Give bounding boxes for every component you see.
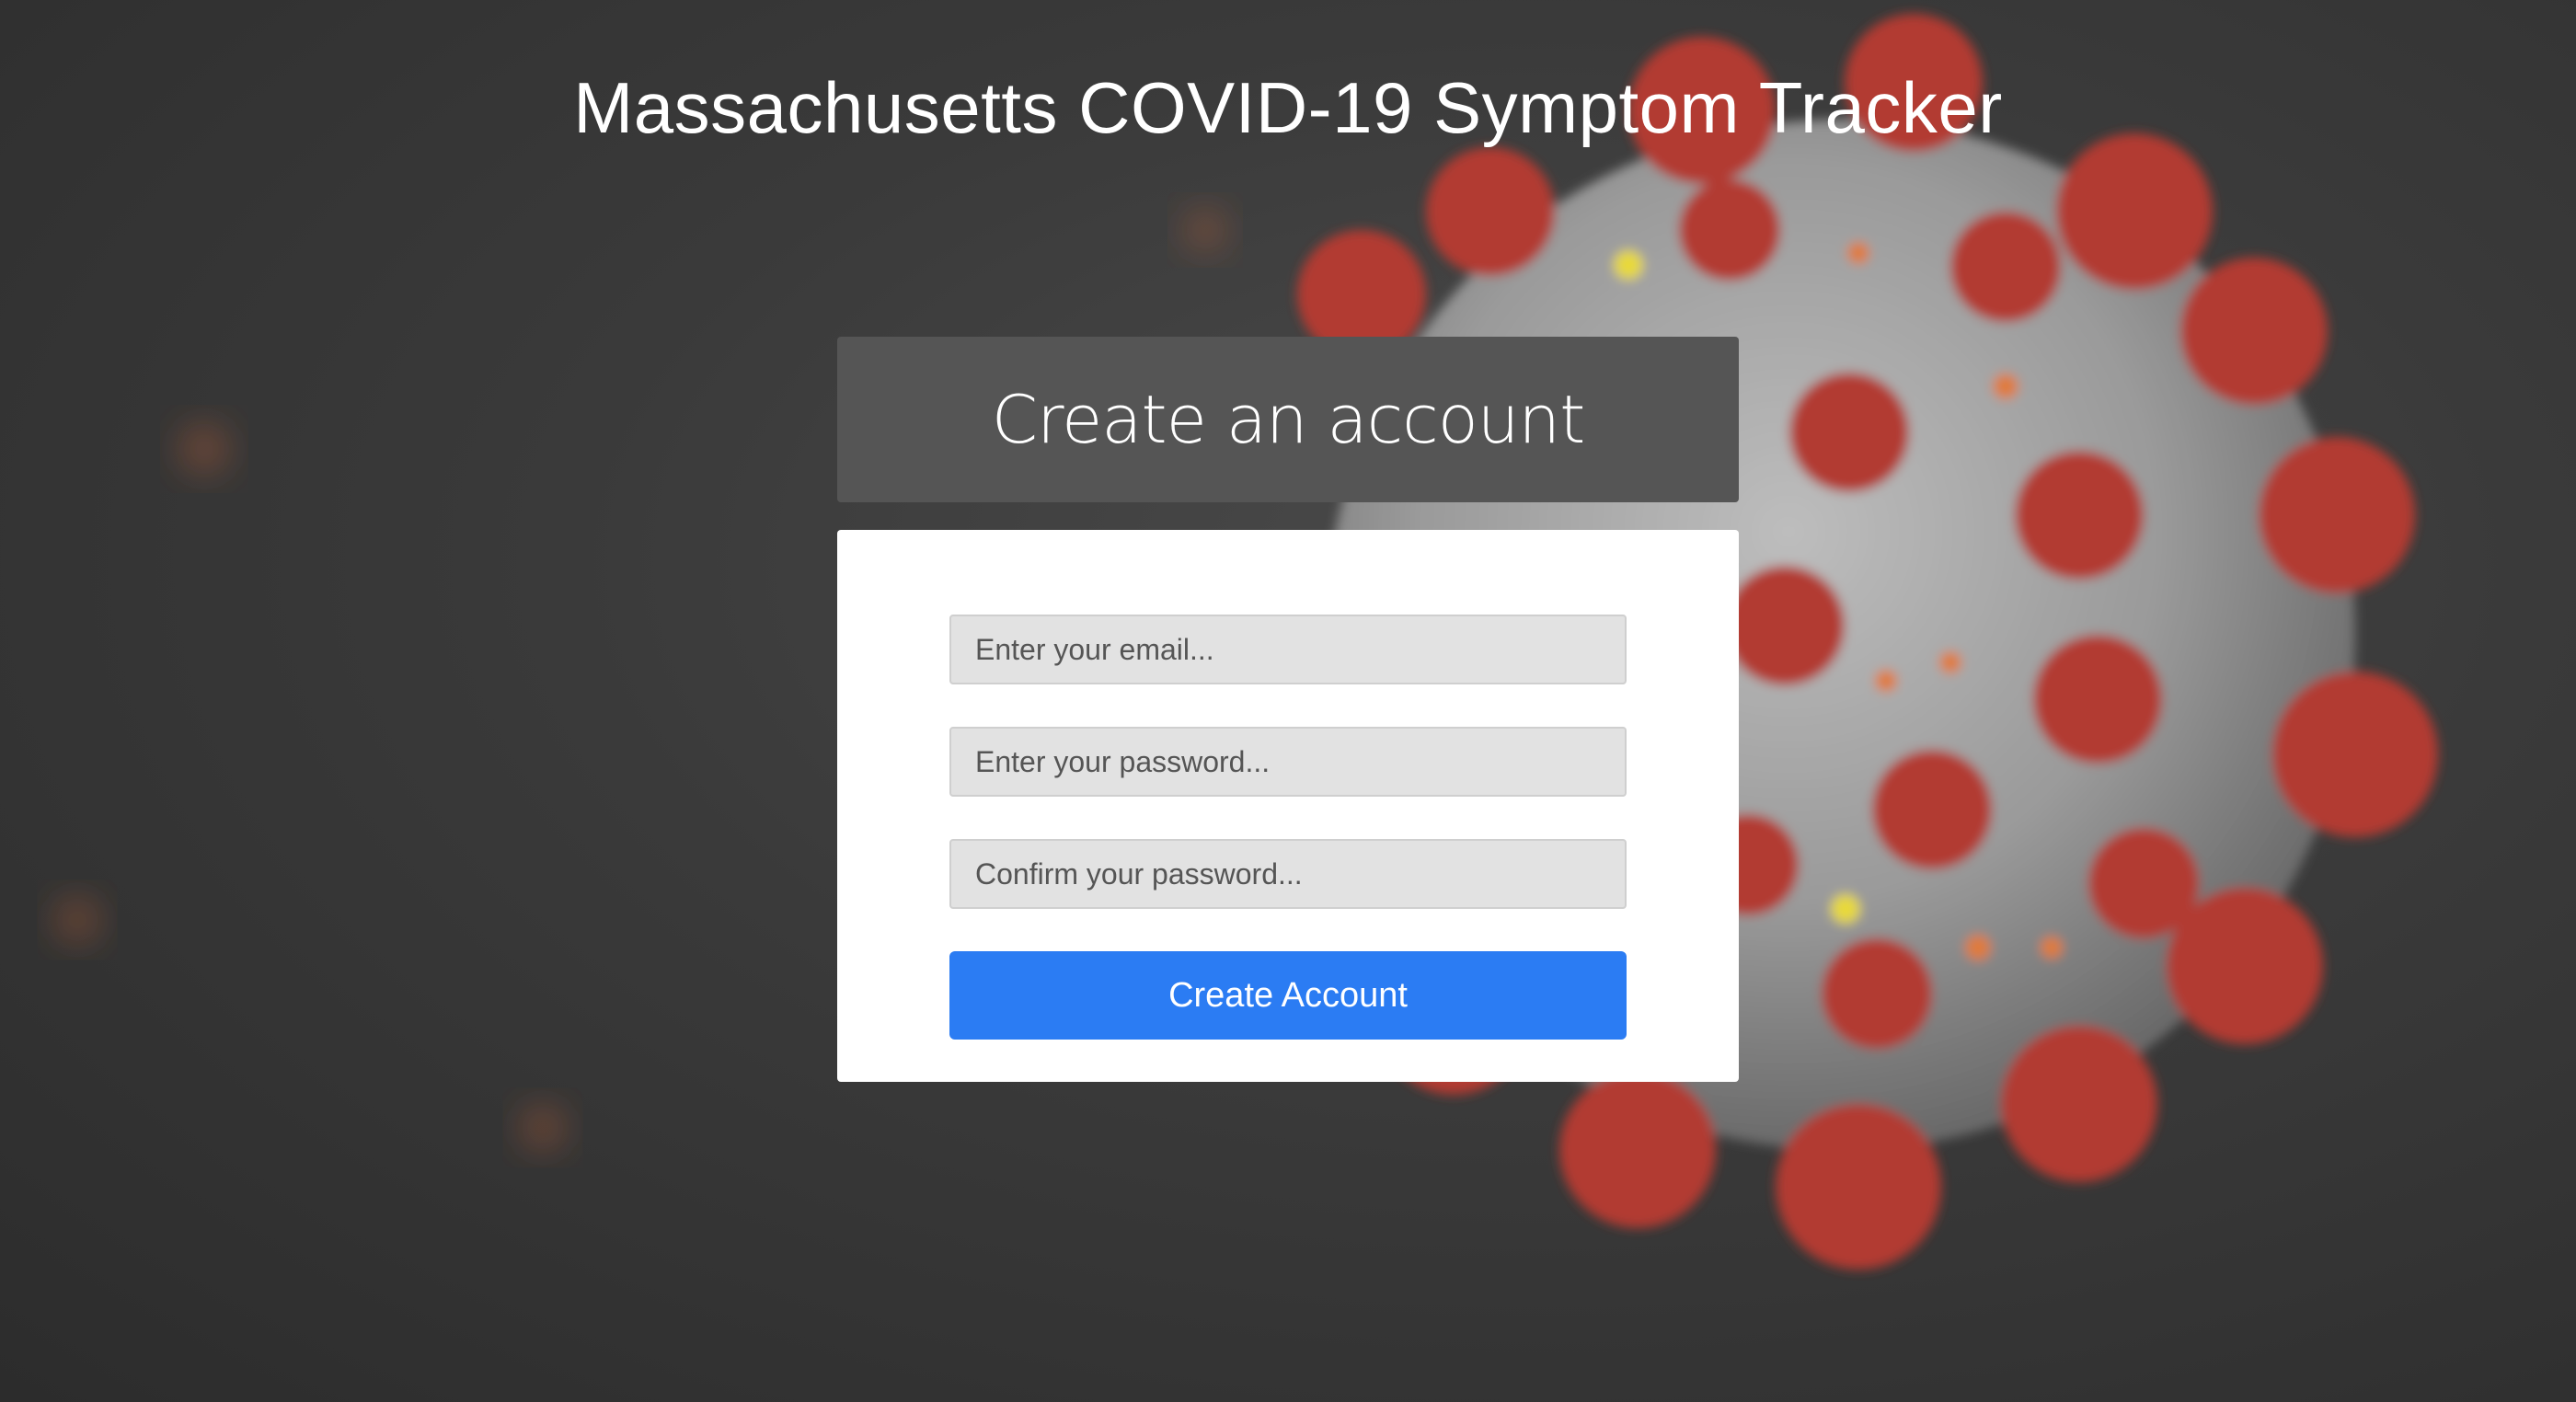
email-input[interactable] [949, 615, 1627, 684]
page-title: Massachusetts COVID-19 Symptom Tracker [573, 67, 2003, 148]
card-title: Create an account [991, 381, 1586, 458]
card-header: Create an account [837, 337, 1739, 502]
create-account-button[interactable]: Create Account [949, 951, 1627, 1040]
confirm-password-input[interactable] [949, 839, 1627, 909]
password-input[interactable] [949, 727, 1627, 797]
page: Massachusetts COVID-19 Symptom Tracker C… [0, 0, 2576, 1402]
signup-form: Create Account [837, 530, 1739, 1082]
